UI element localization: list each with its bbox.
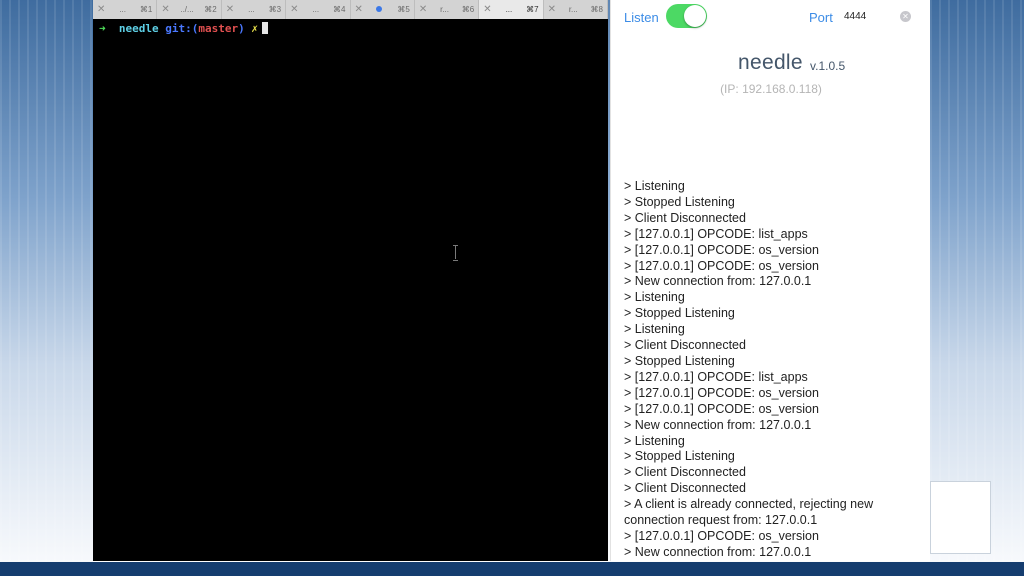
log-line: > [127.0.0.1] OPCODE: os_version — [624, 242, 819, 257]
log-line: > [127.0.0.1] OPCODE: os_version — [624, 258, 819, 273]
close-icon[interactable]: ✕ — [226, 4, 234, 15]
terminal-tab-bar: ✕... ⌘1 ✕ ../... ⌘2 ✕... ⌘3 ✕... ⌘4 ✕ ⌘5 ✕ r... ⌘6 ✕..… — [93, 0, 608, 19]
log-line: > [127.0.0.1] OPCODE: os_version — [624, 401, 819, 416]
tab-shortcut: ⌘5 — [397, 5, 410, 14]
tab-label: r... — [569, 5, 578, 14]
prompt-arrow-icon: ➜ — [99, 22, 106, 35]
terminal-tab-3[interactable]: ✕... ⌘3 — [221, 0, 287, 19]
close-icon[interactable]: ✕ — [355, 4, 363, 15]
terminal-tab-8[interactable]: ✕ r... ⌘8 — [543, 0, 608, 19]
tab-label: ... — [119, 5, 126, 14]
log-line: > Listening — [624, 433, 685, 448]
tab-title: r... — [440, 5, 449, 14]
log-line: > A client is already connected, rejecti… — [624, 497, 874, 528]
tab-shortcut: ⌘4 — [333, 5, 346, 14]
log-line: > New connection from: 127.0.0.1 — [624, 417, 812, 432]
tab-title: r... — [568, 5, 578, 14]
tab-shortcut: ⌘6 — [461, 5, 475, 14]
log-line: > Client Disconnected — [624, 338, 746, 353]
close-icon[interactable]: ✕ — [548, 4, 556, 15]
tab-shortcut: ⌘7 — [526, 5, 539, 14]
log-line: > Listening — [624, 290, 685, 305]
prompt-close-paren: ) — [238, 22, 245, 35]
log-line: > Client Disconnected — [624, 481, 746, 496]
prompt-branch: master — [198, 22, 239, 35]
tab-shortcut: ⌘2 — [204, 5, 217, 14]
log-line: > Stopped Listening — [624, 449, 735, 464]
slide-background-right — [930, 0, 1024, 562]
tab-title: ... — [119, 5, 126, 14]
tab-label: r... — [440, 5, 449, 14]
tab-shortcut: ⌘1 — [139, 5, 153, 14]
terminal-window[interactable]: ✕... ⌘1 ✕ ../... ⌘2 ✕... ⌘3 ✕... ⌘4 ✕ ⌘5 ✕ r... ⌘6 ✕..… — [93, 0, 608, 561]
tab-label: ... — [312, 5, 319, 14]
clear-icon[interactable]: ✕ — [900, 11, 911, 22]
terminal-tab-6[interactable]: ✕ r... ⌘6 — [414, 0, 480, 19]
ip-address: (IP: 192.168.0.118) — [720, 82, 822, 96]
needle-app-panel: Listen Port ✕ needle v.1.0.5 (IP: 192.16… — [610, 0, 930, 561]
tab-title: ... — [312, 5, 320, 14]
toggle-knob — [684, 5, 706, 27]
log-line: > Listening — [624, 179, 685, 193]
log-line: > Client Disconnected — [624, 210, 746, 225]
tab-label: ... — [506, 5, 513, 14]
prompt-directory: needle — [118, 22, 159, 35]
close-icon[interactable]: ✕ — [483, 4, 491, 15]
terminal-tab-1[interactable]: ✕... ⌘1 — [93, 0, 158, 19]
port-label: Port — [809, 10, 833, 25]
tab-label: ... — [248, 5, 255, 14]
terminal-tab-5[interactable]: ✕ ⌘5 — [350, 0, 415, 19]
text-cursor-icon — [453, 245, 459, 261]
listen-label: Listen — [624, 10, 659, 25]
prompt-git-label: git: — [165, 22, 192, 35]
close-icon[interactable]: ✕ — [419, 4, 427, 15]
tab-shortcut: ⌘3 — [268, 5, 282, 14]
tab-shortcut: ⌘8 — [590, 5, 603, 14]
slide-bottom-bar — [0, 562, 1024, 576]
app-name: needle — [738, 51, 803, 74]
terminal-tab-2[interactable]: ✕ ../... ⌘2 — [157, 0, 222, 19]
tab-label: ../... — [180, 5, 193, 14]
log-line: > Stopped Listening — [624, 306, 735, 321]
slide-decoration-box — [930, 481, 991, 554]
log-line: > New connection from: 127.0.0.1 — [624, 274, 812, 289]
terminal-cursor — [262, 22, 268, 34]
event-log: > Listening > Stopped Listening > Client D… — [624, 179, 924, 561]
close-icon[interactable]: ✕ — [290, 4, 298, 15]
log-line: > Stopped Listening — [624, 353, 735, 368]
tab-title: ../... — [180, 5, 194, 14]
close-icon[interactable]: ✕ — [97, 4, 105, 15]
tab-label — [376, 5, 384, 14]
app-version: v.1.0.5 — [810, 59, 846, 73]
tab-title: ... — [248, 5, 255, 14]
terminal-tab-7[interactable]: ✕... ⌘7 — [479, 0, 544, 19]
log-line: > [127.0.0.1] OPCODE: os_version — [624, 385, 819, 400]
listen-toggle[interactable] — [666, 4, 707, 28]
prompt-dirty-icon: ✗ — [251, 22, 258, 35]
log-line: > [127.0.0.1] OPCODE: list_apps — [624, 226, 808, 241]
log-line: > New connection from: 127.0.0.1 — [624, 544, 812, 559]
log-line: > [127.0.0.1] OPCODE: list_apps — [624, 369, 808, 384]
log-line: > Stopped Listening — [624, 194, 735, 209]
log-line: > Listening — [624, 322, 685, 337]
tab-title: ... — [505, 5, 513, 14]
log-line: > Client Disconnected — [624, 465, 746, 480]
log-line: > [127.0.0.1] OPCODE: os_version — [624, 528, 819, 543]
slide-background-left — [0, 0, 93, 562]
close-icon[interactable]: ✕ — [161, 4, 169, 15]
terminal-prompt: ➜ needle git:(master) ✗ — [99, 22, 268, 36]
activity-dot-icon — [376, 6, 383, 12]
terminal-tab-4[interactable]: ✕... ⌘4 — [286, 0, 351, 19]
